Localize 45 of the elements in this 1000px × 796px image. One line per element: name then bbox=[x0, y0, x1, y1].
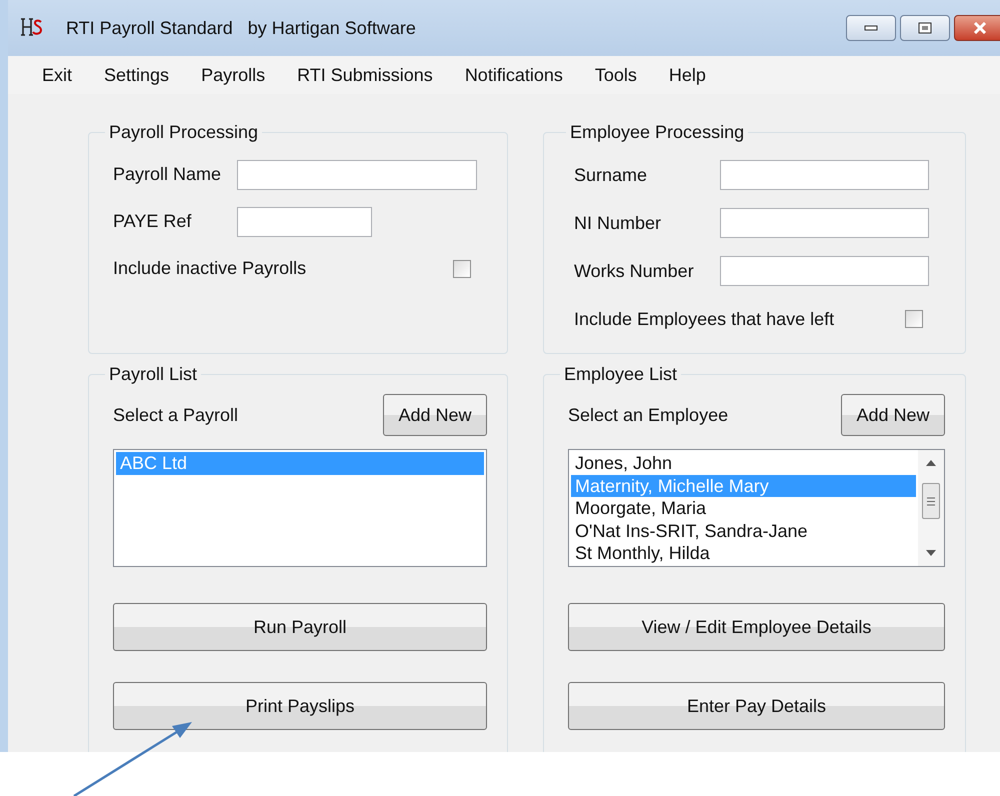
menu-item[interactable]: Settings bbox=[90, 64, 184, 86]
add-new-button[interactable]: Add New bbox=[383, 394, 487, 436]
checkbox[interactable] bbox=[905, 310, 923, 328]
input-field[interactable] bbox=[237, 160, 477, 190]
field-label: NI Number bbox=[574, 212, 662, 234]
scroll-bar[interactable] bbox=[918, 450, 944, 566]
list-item[interactable]: Jones, John bbox=[571, 452, 916, 474]
menu-item[interactable]: Exit bbox=[28, 64, 86, 86]
list-item[interactable]: Moorgate, Maria bbox=[571, 497, 916, 520]
list-item[interactable]: St Monthly, Hilda bbox=[571, 542, 916, 564]
list-item[interactable]: O'Nat Ins-SRIT, Sandra-Jane bbox=[571, 520, 916, 542]
field-label: PAYE Ref bbox=[113, 211, 192, 232]
input-field[interactable] bbox=[237, 206, 372, 236]
restore-icon bbox=[918, 22, 932, 34]
menu-item[interactable]: Notifications bbox=[450, 64, 577, 86]
action-button[interactable]: Enter Pay Details bbox=[568, 682, 945, 730]
menu-item[interactable]: Tools bbox=[580, 64, 651, 86]
checkbox-label: Include inactive Payrolls bbox=[113, 258, 306, 279]
input-field[interactable] bbox=[720, 256, 929, 286]
add-new-button[interactable]: Add New bbox=[841, 394, 945, 436]
action-button[interactable]: Run Payroll bbox=[113, 603, 487, 651]
field-label: Works Number bbox=[574, 260, 695, 282]
close-icon bbox=[973, 22, 987, 34]
close-button[interactable] bbox=[954, 15, 1000, 41]
field-label: Payroll Name bbox=[113, 164, 222, 185]
field-label: Surname bbox=[574, 164, 648, 186]
action-button[interactable]: View / Edit Employee Details bbox=[568, 603, 945, 651]
list-prompt: Select a Payroll bbox=[113, 404, 238, 426]
input-field[interactable] bbox=[720, 160, 929, 190]
minimize-icon bbox=[864, 25, 878, 31]
input-field[interactable] bbox=[720, 208, 929, 238]
minimize-button[interactable] bbox=[846, 15, 896, 41]
group-title: Payroll Processing bbox=[108, 122, 260, 143]
action-button[interactable]: Print Payslips bbox=[113, 682, 487, 730]
menu-item[interactable]: Help bbox=[654, 64, 720, 86]
window-title: RTI Payroll Standard by Hartigan Software bbox=[66, 18, 416, 38]
group-title: Employee Processing bbox=[569, 122, 746, 143]
group-title: Employee List bbox=[563, 364, 678, 385]
list-prompt: Select an Employee bbox=[568, 404, 728, 426]
menu-item[interactable]: Payrolls bbox=[187, 64, 280, 86]
checkbox-label: Include Employees that have left bbox=[574, 308, 834, 330]
menu-item[interactable]: RTI Submissions bbox=[283, 64, 447, 86]
group-title: Payroll List bbox=[108, 364, 198, 385]
restore-button[interactable] bbox=[900, 15, 950, 41]
checkbox[interactable] bbox=[453, 260, 471, 278]
